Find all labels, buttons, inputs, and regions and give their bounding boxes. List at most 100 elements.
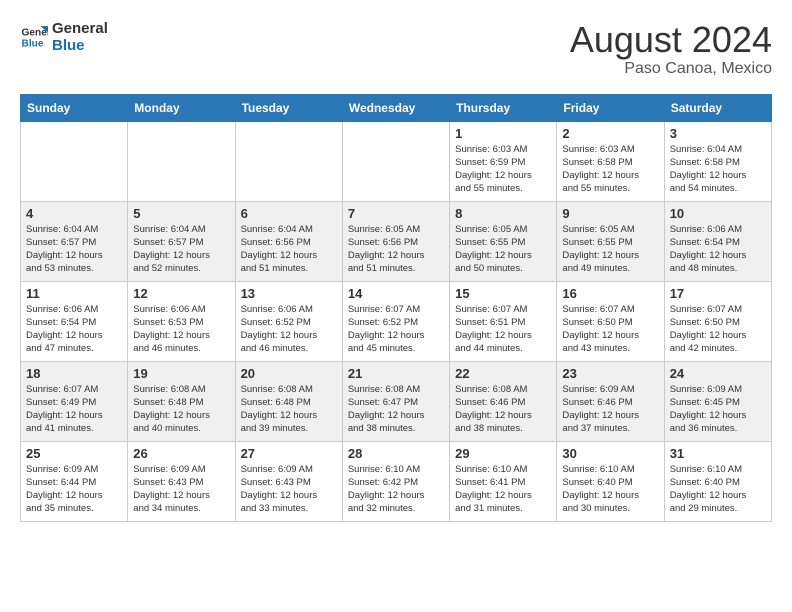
- page-header: General Blue General Blue August 2024 Pa…: [20, 20, 772, 78]
- calendar-body: 1Sunrise: 6:03 AM Sunset: 6:59 PM Daylig…: [21, 121, 772, 521]
- day-number: 4: [26, 206, 122, 221]
- calendar-day-cell: 10Sunrise: 6:06 AM Sunset: 6:54 PM Dayli…: [664, 201, 771, 281]
- calendar-day-cell: [21, 121, 128, 201]
- calendar-day-cell: [342, 121, 449, 201]
- calendar-day-cell: 28Sunrise: 6:10 AM Sunset: 6:42 PM Dayli…: [342, 441, 449, 521]
- day-info: Sunrise: 6:07 AM Sunset: 6:49 PM Dayligh…: [26, 383, 122, 436]
- day-info: Sunrise: 6:10 AM Sunset: 6:42 PM Dayligh…: [348, 463, 444, 516]
- day-info: Sunrise: 6:09 AM Sunset: 6:43 PM Dayligh…: [241, 463, 337, 516]
- day-number: 14: [348, 286, 444, 301]
- calendar-day-cell: 12 Sunrise: 6:06 AM Sunset: 6:53 PM Dayli…: [128, 281, 235, 361]
- day-info: Sunrise: 6:03 AM Sunset: 6:59 PM Dayligh…: [455, 143, 551, 196]
- day-number: 19: [133, 366, 229, 381]
- logo-icon: General Blue: [20, 23, 48, 51]
- day-number: 13: [241, 286, 337, 301]
- calendar-day-cell: 16Sunrise: 6:07 AM Sunset: 6:50 PM Dayli…: [557, 281, 664, 361]
- calendar-day-cell: 11 Sunrise: 6:06 AM Sunset: 6:54 PM Dayli…: [21, 281, 128, 361]
- weekday-header-cell: Sunday: [21, 94, 128, 121]
- weekday-header-row: SundayMondayTuesdayWednesdayThursdayFrid…: [21, 94, 772, 121]
- svg-text:Blue: Blue: [22, 38, 44, 49]
- calendar-day-cell: 7Sunrise: 6:05 AM Sunset: 6:56 PM Daylig…: [342, 201, 449, 281]
- logo-line1: General: [52, 20, 108, 37]
- calendar-day-cell: 26Sunrise: 6:09 AM Sunset: 6:43 PM Dayli…: [128, 441, 235, 521]
- day-number: 10: [670, 206, 766, 221]
- calendar-day-cell: 20 Sunrise: 6:08 AM Sunset: 6:48 PM Dayli…: [235, 361, 342, 441]
- day-info: Sunrise: 6:10 AM Sunset: 6:41 PM Dayligh…: [455, 463, 551, 516]
- day-info: Sunrise: 6:06 AM Sunset: 6:52 PM Dayligh…: [241, 303, 337, 356]
- calendar-day-cell: 25 Sunrise: 6:09 AM Sunset: 6:44 PM Dayli…: [21, 441, 128, 521]
- location: Paso Canoa, Mexico: [570, 60, 772, 78]
- day-info: Sunrise: 6:06 AM Sunset: 6:54 PM Dayligh…: [26, 303, 122, 356]
- calendar-day-cell: 6 Sunrise: 6:04 AM Sunset: 6:56 PM Daylig…: [235, 201, 342, 281]
- calendar-day-cell: 29 Sunrise: 6:10 AM Sunset: 6:41 PM Dayli…: [450, 441, 557, 521]
- day-info: Sunrise: 6:03 AM Sunset: 6:58 PM Dayligh…: [562, 143, 658, 196]
- day-info: Sunrise: 6:05 AM Sunset: 6:55 PM Dayligh…: [455, 223, 551, 276]
- day-info: Sunrise: 6:09 AM Sunset: 6:45 PM Dayligh…: [670, 383, 766, 436]
- calendar-day-cell: 8 Sunrise: 6:05 AM Sunset: 6:55 PM Daylig…: [450, 201, 557, 281]
- day-number: 29: [455, 446, 551, 461]
- day-info: Sunrise: 6:08 AM Sunset: 6:48 PM Dayligh…: [241, 383, 337, 436]
- weekday-header-cell: Monday: [128, 94, 235, 121]
- calendar-day-cell: 27 Sunrise: 6:09 AM Sunset: 6:43 PM Dayli…: [235, 441, 342, 521]
- calendar-day-cell: 5Sunrise: 6:04 AM Sunset: 6:57 PM Daylig…: [128, 201, 235, 281]
- calendar-day-cell: [128, 121, 235, 201]
- calendar-day-cell: 23 Sunrise: 6:09 AM Sunset: 6:46 PM Dayli…: [557, 361, 664, 441]
- calendar-day-cell: 2 Sunrise: 6:03 AM Sunset: 6:58 PM Daylig…: [557, 121, 664, 201]
- day-number: 27: [241, 446, 337, 461]
- month-year: August 2024: [570, 20, 772, 60]
- day-info: Sunrise: 6:08 AM Sunset: 6:47 PM Dayligh…: [348, 383, 444, 436]
- calendar-week-row: 25 Sunrise: 6:09 AM Sunset: 6:44 PM Dayli…: [21, 441, 772, 521]
- day-number: 2: [562, 126, 658, 141]
- day-info: Sunrise: 6:09 AM Sunset: 6:44 PM Dayligh…: [26, 463, 122, 516]
- day-number: 11: [26, 286, 122, 301]
- logo: General Blue General Blue: [20, 20, 108, 54]
- day-info: Sunrise: 6:09 AM Sunset: 6:46 PM Dayligh…: [562, 383, 658, 436]
- calendar-day-cell: 22Sunrise: 6:08 AM Sunset: 6:46 PM Dayli…: [450, 361, 557, 441]
- day-number: 20: [241, 366, 337, 381]
- day-number: 15: [455, 286, 551, 301]
- day-info: Sunrise: 6:07 AM Sunset: 6:51 PM Dayligh…: [455, 303, 551, 356]
- calendar-day-cell: 9 Sunrise: 6:05 AM Sunset: 6:55 PM Daylig…: [557, 201, 664, 281]
- day-info: Sunrise: 6:07 AM Sunset: 6:50 PM Dayligh…: [562, 303, 658, 356]
- day-number: 17: [670, 286, 766, 301]
- day-number: 3: [670, 126, 766, 141]
- calendar-day-cell: 3 Sunrise: 6:04 AM Sunset: 6:58 PM Daylig…: [664, 121, 771, 201]
- day-info: Sunrise: 6:04 AM Sunset: 6:58 PM Dayligh…: [670, 143, 766, 196]
- calendar-week-row: 1Sunrise: 6:03 AM Sunset: 6:59 PM Daylig…: [21, 121, 772, 201]
- title-block: August 2024 Paso Canoa, Mexico: [570, 20, 772, 78]
- day-number: 25: [26, 446, 122, 461]
- calendar-day-cell: 4Sunrise: 6:04 AM Sunset: 6:57 PM Daylig…: [21, 201, 128, 281]
- day-info: Sunrise: 6:04 AM Sunset: 6:56 PM Dayligh…: [241, 223, 337, 276]
- day-number: 18: [26, 366, 122, 381]
- day-number: 6: [241, 206, 337, 221]
- day-info: Sunrise: 6:10 AM Sunset: 6:40 PM Dayligh…: [670, 463, 766, 516]
- calendar-day-cell: 14Sunrise: 6:07 AM Sunset: 6:52 PM Dayli…: [342, 281, 449, 361]
- day-number: 22: [455, 366, 551, 381]
- calendar-day-cell: 24 Sunrise: 6:09 AM Sunset: 6:45 PM Dayli…: [664, 361, 771, 441]
- calendar-day-cell: 31Sunrise: 6:10 AM Sunset: 6:40 PM Dayli…: [664, 441, 771, 521]
- calendar-week-row: 11 Sunrise: 6:06 AM Sunset: 6:54 PM Dayli…: [21, 281, 772, 361]
- day-info: Sunrise: 6:05 AM Sunset: 6:55 PM Dayligh…: [562, 223, 658, 276]
- weekday-header-cell: Wednesday: [342, 94, 449, 121]
- calendar-week-row: 4 Sunrise: 6:04 AM Sunset: 6:57 PM Daylig…: [21, 201, 772, 281]
- calendar-day-cell: 19Sunrise: 6:08 AM Sunset: 6:48 PM Dayli…: [128, 361, 235, 441]
- weekday-header-cell: Tuesday: [235, 94, 342, 121]
- calendar-day-cell: 21 Sunrise: 6:08 AM Sunset: 6:47 PM Dayli…: [342, 361, 449, 441]
- calendar-day-cell: 18 Sunrise: 6:07 AM Sunset: 6:49 PM Dayli…: [21, 361, 128, 441]
- calendar-day-cell: 13 Sunrise: 6:06 AM Sunset: 6:52 PM Dayli…: [235, 281, 342, 361]
- calendar-day-cell: 17 Sunrise: 6:07 AM Sunset: 6:50 PM Dayli…: [664, 281, 771, 361]
- day-info: Sunrise: 6:07 AM Sunset: 6:50 PM Dayligh…: [670, 303, 766, 356]
- day-number: 21: [348, 366, 444, 381]
- weekday-header-cell: Thursday: [450, 94, 557, 121]
- day-number: 26: [133, 446, 229, 461]
- day-info: Sunrise: 6:06 AM Sunset: 6:53 PM Dayligh…: [133, 303, 229, 356]
- calendar-day-cell: 15 Sunrise: 6:07 AM Sunset: 6:51 PM Dayli…: [450, 281, 557, 361]
- day-number: 12: [133, 286, 229, 301]
- day-number: 23: [562, 366, 658, 381]
- day-number: 9: [562, 206, 658, 221]
- day-info: Sunrise: 6:04 AM Sunset: 6:57 PM Dayligh…: [133, 223, 229, 276]
- day-number: 8: [455, 206, 551, 221]
- logo-line2: Blue: [52, 37, 108, 54]
- day-number: 24: [670, 366, 766, 381]
- day-number: 30: [562, 446, 658, 461]
